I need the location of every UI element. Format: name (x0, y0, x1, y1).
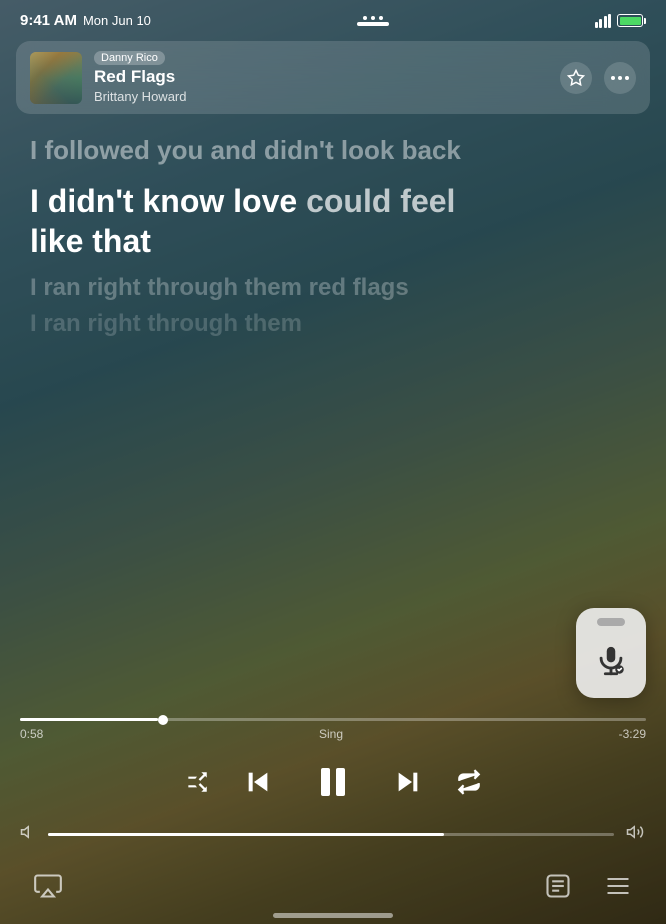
user-bubble: Danny Rico (94, 51, 165, 65)
lyrics-area: I followed you and didn't look back I di… (0, 114, 666, 718)
rewind-button[interactable] (242, 766, 274, 798)
status-bar: 9:41 AM Mon Jun 10 (0, 0, 666, 33)
volume-high-icon (624, 823, 646, 846)
track-actions (560, 62, 636, 94)
battery-icon (617, 14, 646, 27)
track-artist: Brittany Howard (94, 89, 186, 104)
lyric-active-3: like that (30, 223, 151, 259)
wifi-icon (595, 14, 612, 28)
album-art (30, 52, 82, 104)
airplay-button[interactable] (30, 868, 66, 904)
lyric-next-1: I ran right through them red flags (30, 273, 636, 303)
progress-sing-label: Sing (319, 727, 343, 741)
lyric-active-1: I didn't know love (30, 183, 306, 219)
sing-handle (597, 618, 625, 626)
star-button[interactable] (560, 62, 592, 94)
status-right (595, 14, 647, 28)
track-text: Danny Rico Red Flags Brittany Howard (94, 51, 186, 104)
sing-button[interactable] (576, 608, 646, 698)
pause-button[interactable] (306, 755, 360, 809)
track-user: Danny Rico (94, 51, 186, 65)
progress-remaining: -3:29 (619, 727, 646, 741)
volume-low-icon (20, 823, 38, 846)
dot-1 (363, 16, 367, 20)
status-center (357, 16, 389, 26)
status-dots (363, 16, 383, 20)
now-playing-card: Danny Rico Red Flags Brittany Howard (16, 41, 650, 114)
home-indicator (273, 913, 393, 918)
mic-icon (594, 644, 628, 686)
shuffle-button[interactable] (184, 769, 210, 795)
lyric-prev: I followed you and didn't look back (30, 134, 636, 167)
status-pill (357, 22, 389, 26)
progress-track[interactable] (20, 718, 646, 721)
progress-current: 0:58 (20, 727, 43, 741)
volume-area[interactable] (0, 823, 666, 860)
status-time: 9:41 AM (20, 12, 77, 29)
progress-thumb (158, 715, 168, 725)
progress-labels: 0:58 Sing -3:29 (20, 727, 646, 741)
track-info: Danny Rico Red Flags Brittany Howard (30, 51, 186, 104)
bottom-right-actions (540, 868, 636, 904)
progress-area[interactable]: 0:58 Sing -3:29 (0, 718, 666, 741)
dot-3 (379, 16, 383, 20)
dot-2 (371, 16, 375, 20)
playback-controls (0, 745, 666, 823)
volume-fill (48, 833, 444, 836)
lyric-active: I didn't know love could feel like that (30, 181, 636, 261)
lyrics-button[interactable] (540, 868, 576, 904)
track-title: Red Flags (94, 67, 186, 87)
lyric-active-2: could feel (306, 183, 455, 219)
more-button[interactable] (604, 62, 636, 94)
repeat-button[interactable] (456, 769, 482, 795)
progress-fill (20, 718, 158, 721)
volume-track[interactable] (48, 833, 614, 836)
fast-forward-button[interactable] (392, 766, 424, 798)
status-date: Mon Jun 10 (83, 13, 151, 28)
lyric-next-2: I ran right through them (30, 309, 636, 339)
queue-button[interactable] (600, 868, 636, 904)
